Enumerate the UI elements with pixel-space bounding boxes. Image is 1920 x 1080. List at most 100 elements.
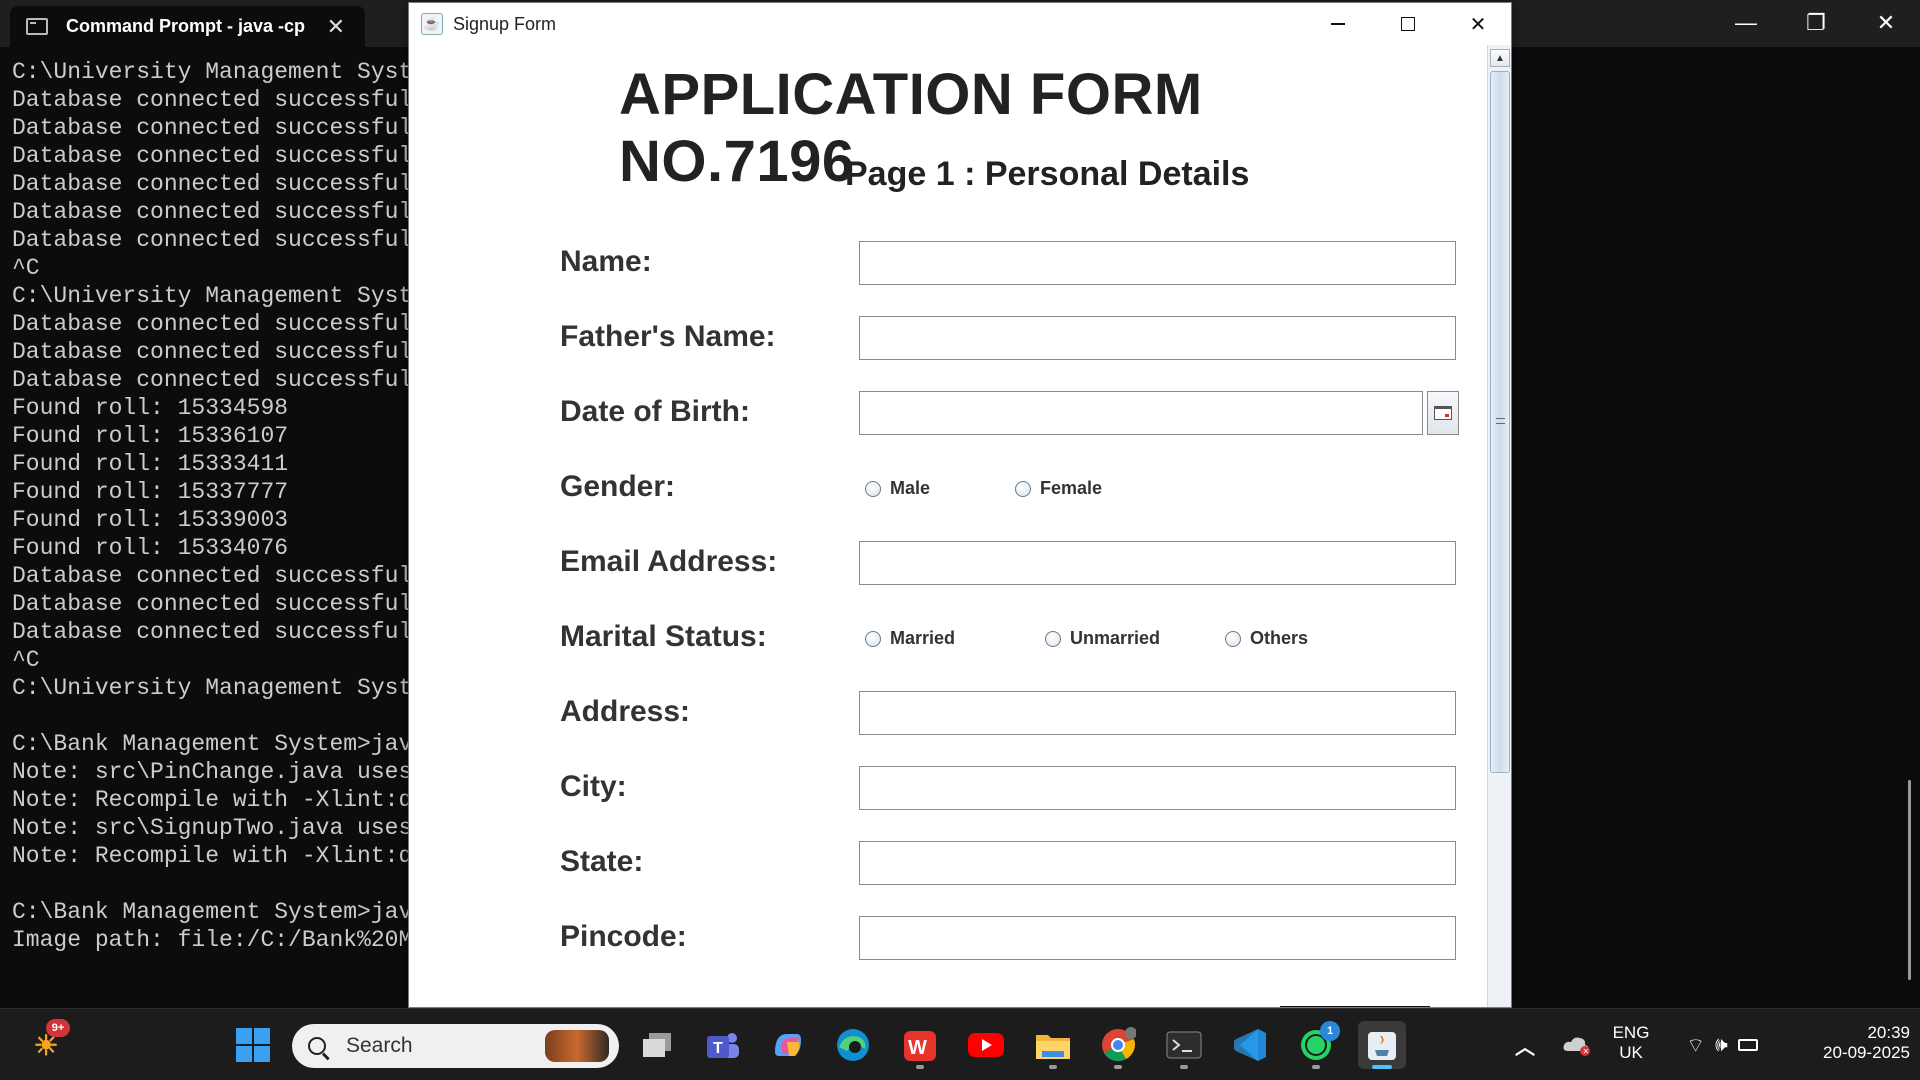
terminal-line: Found roll: 15333411 (12, 451, 289, 477)
close-button[interactable]: ✕ (1443, 3, 1511, 45)
address-field[interactable] (859, 691, 1456, 735)
terminal-line: C:\University Management Syst (12, 675, 412, 701)
signup-form-window: ☕ Signup Form ✕ APPLICATION FORM NO.7196… (408, 2, 1512, 1008)
maximize-button[interactable] (1373, 3, 1443, 45)
scroll-up-arrow-icon[interactable]: ▲ (1490, 49, 1510, 67)
city-field[interactable] (859, 766, 1456, 810)
dob-field[interactable] (859, 391, 1423, 435)
terminal-line: Database connected successful (12, 227, 412, 253)
email-field[interactable] (859, 541, 1456, 585)
search-label: Search (346, 1034, 413, 1057)
taskbar-search-box[interactable]: Search (292, 1024, 619, 1068)
svg-text:T: T (713, 1040, 723, 1057)
terminal-scrollbar[interactable] (1908, 780, 1911, 980)
running-indicator (1114, 1065, 1122, 1069)
gender-female-label: Female (1040, 478, 1103, 498)
marital-married-radio[interactable]: Married (865, 628, 955, 649)
calendar-icon (1434, 406, 1452, 420)
running-indicator (916, 1065, 924, 1069)
terminal-line: Database connected successful (12, 619, 412, 645)
pincode-label: Pincode: (560, 920, 687, 953)
whatsapp-button[interactable]: 1 (1292, 1021, 1340, 1069)
scrollbar-thumb[interactable] (1490, 71, 1510, 773)
java-icon: ☕ (421, 13, 443, 35)
taskbar: ☀ 9+ Search T W 1 ︿ ✕ ENG UK ⌔ 🕪 20:39 2… (0, 1008, 1920, 1080)
teams-icon: T (707, 1033, 739, 1058)
youtube-icon (968, 1033, 1004, 1057)
grip-icon (1496, 418, 1505, 424)
chevron-up-icon: ︿ (1515, 1036, 1535, 1059)
chrome-button[interactable] (1094, 1021, 1142, 1069)
terminal-line: C:\University Management Syst (12, 283, 412, 309)
chrome-icon (1102, 1027, 1136, 1062)
quick-settings-button[interactable]: ⌔ 🕪 (1667, 1021, 1777, 1069)
terminal-line: Database connected successful (12, 115, 412, 141)
state-label: State: (560, 845, 644, 878)
terminal-button[interactable] (1160, 1021, 1208, 1069)
close-tab-icon[interactable]: ✕ (327, 14, 345, 40)
running-indicator (1180, 1065, 1188, 1069)
terminal-line: Note: src\PinChange.java uses (12, 759, 412, 785)
java-cup-icon (1368, 1032, 1396, 1060)
pincode-field[interactable] (859, 916, 1456, 960)
radio-circle-icon (865, 630, 881, 647)
terminal-output: C:\University Management Syst Database co… (12, 58, 412, 954)
close-terminal-button[interactable]: ✕ (1866, 8, 1906, 38)
terminal-line: Note: Recompile with -Xlint:d (12, 787, 412, 813)
teams-button[interactable]: T (699, 1021, 747, 1069)
terminal-tab-icon (26, 18, 48, 35)
gender-female-radio[interactable]: Female (1015, 478, 1102, 499)
marital-others-radio[interactable]: Others (1225, 628, 1308, 649)
restore-terminal-button[interactable]: ❐ (1796, 8, 1836, 38)
widgets-button[interactable]: ☀ 9+ (22, 1019, 70, 1069)
show-hidden-icons-button[interactable]: ︿ (1503, 1021, 1547, 1069)
file-explorer-button[interactable] (1029, 1021, 1077, 1069)
wps-office-button[interactable]: W (896, 1021, 944, 1069)
clock[interactable]: 20:39 20-09-2025 (1790, 1023, 1910, 1063)
date-picker-button[interactable] (1427, 391, 1459, 435)
signup-titlebar: ☕ Signup Form ✕ (409, 3, 1511, 45)
vscode-button[interactable] (1226, 1021, 1274, 1069)
marital-married-label: Married (890, 628, 956, 648)
terminal-line: Database connected successful (12, 591, 412, 617)
copilot-button[interactable] (764, 1021, 812, 1069)
marital-unmarried-label: Unmarried (1070, 628, 1161, 648)
minimize-terminal-button[interactable]: — (1726, 8, 1766, 38)
gender-male-radio[interactable]: Male (865, 478, 930, 499)
father-name-field[interactable] (859, 316, 1456, 360)
radio-circle-icon (1015, 480, 1031, 497)
youtube-button[interactable] (962, 1021, 1010, 1069)
edge-button[interactable] (829, 1021, 877, 1069)
minimize-button[interactable] (1303, 3, 1373, 45)
language-indicator[interactable]: ENG UK (1606, 1023, 1656, 1063)
onedrive-status-button[interactable]: ✕ (1555, 1021, 1599, 1069)
marital-others-label: Others (1250, 628, 1309, 648)
gender-label: Gender: (560, 470, 676, 503)
svg-text:W: W (908, 1037, 927, 1059)
folder-icon (1036, 1035, 1070, 1059)
task-view-button[interactable] (633, 1021, 681, 1069)
clock-date: 20-09-2025 (1823, 1043, 1910, 1062)
terminal-line: Image path: file:/C:/Bank%20M (12, 927, 412, 953)
widgets-badge: 9+ (46, 1019, 70, 1037)
name-field[interactable] (859, 241, 1456, 285)
form-scrollbar[interactable]: ▲ (1487, 45, 1511, 1007)
address-label: Address: (560, 695, 691, 728)
terminal-tab[interactable]: Command Prompt - java -cp ✕ (10, 6, 365, 47)
state-field[interactable] (859, 841, 1456, 885)
red-panda-search-highlight-icon (545, 1030, 609, 1062)
terminal-line: Database connected successful (12, 143, 412, 169)
vscode-icon (1234, 1029, 1266, 1061)
java-app-button[interactable] (1358, 1021, 1406, 1069)
marital-unmarried-radio[interactable]: Unmarried (1045, 628, 1160, 649)
terminal-line: Database connected successful (12, 87, 412, 113)
start-button[interactable] (229, 1021, 277, 1069)
terminal-line: Database connected successful (12, 563, 412, 589)
running-indicator (1049, 1065, 1057, 1069)
terminal-line: C:\Bank Management System>jav (12, 731, 412, 757)
terminal-line: Note: Recompile with -Xlint:d (12, 843, 412, 869)
terminal-line: Database connected successful (12, 311, 412, 337)
father-name-label: Father's Name: (560, 320, 776, 353)
terminal-line: C:\University Management Syst (12, 59, 412, 85)
